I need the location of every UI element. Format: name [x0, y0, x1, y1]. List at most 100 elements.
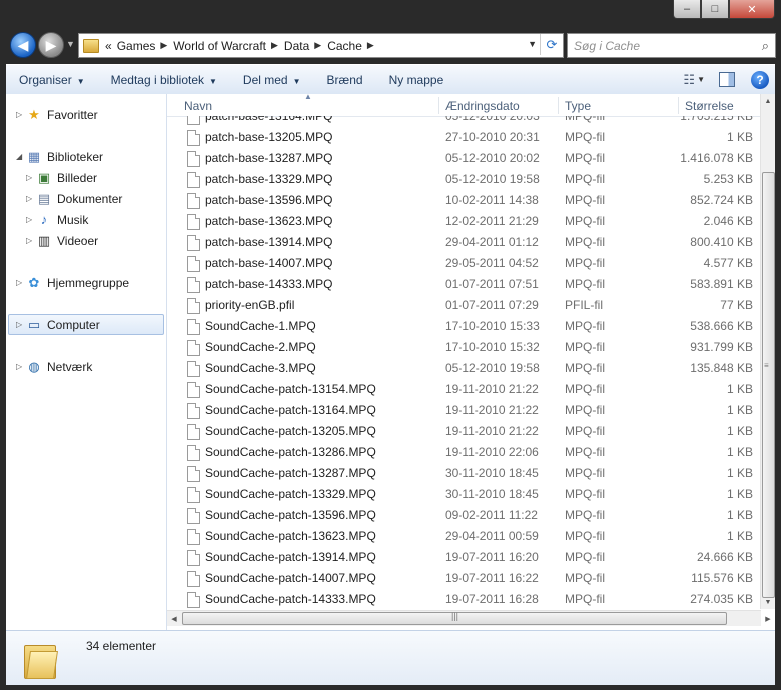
search-box[interactable]: Søg i Cache ⌕	[567, 33, 776, 58]
expand-icon[interactable]: ▷	[16, 110, 26, 119]
file-type: MPQ-fil	[565, 424, 605, 438]
view-controls: ☷ ▼ ?	[683, 65, 775, 94]
tree-item-documents[interactable]: ▷ ▤ Dokumenter	[26, 189, 122, 208]
expand-icon[interactable]: ▷	[16, 362, 26, 371]
new-folder-button[interactable]: Ny mappe	[376, 73, 457, 87]
breadcrumb-games[interactable]: Games	[117, 39, 156, 53]
scroll-left-icon[interactable]: ◀	[167, 611, 181, 626]
forward-button[interactable]: ▶	[38, 32, 64, 58]
address-bar[interactable]: « Games ▶ World of Warcraft ▶ Data ▶ Cac…	[78, 33, 564, 58]
breadcrumb-overflow[interactable]: «	[105, 39, 112, 53]
breadcrumb-data[interactable]: Data	[284, 39, 309, 53]
breadcrumb-cache[interactable]: Cache	[327, 39, 362, 53]
include-label: Medtag i bibliotek	[110, 72, 204, 87]
column-name[interactable]: Navn	[184, 99, 212, 113]
tree-item-favorites[interactable]: ▷ ★ Favoritter	[16, 105, 98, 124]
back-button[interactable]: ◀	[10, 32, 36, 58]
views-icon[interactable]: ☷	[683, 72, 695, 88]
tree-item-computer[interactable]: ▷ ▭ Computer	[8, 314, 164, 335]
breadcrumb-separator-icon[interactable]: ▶	[160, 40, 167, 51]
table-row[interactable]: SoundCache-2.MPQ 17-10-2010 15:32 MPQ-fil 9…	[167, 337, 761, 358]
tree-item-network[interactable]: ▷ ◍ Netværk	[16, 357, 92, 376]
tree-item-pictures[interactable]: ▷ ▣ Billeder	[26, 168, 97, 187]
table-row[interactable]: patch-base-14333.MPQ 01-07-2011 07:51 MPQ-…	[167, 274, 761, 295]
close-button[interactable]: ✕	[729, 0, 775, 19]
navigation-pane[interactable]: ▷ ★ Favoritter ◢ ▦ Biblioteker ▷ ▣ Bille…	[6, 94, 167, 630]
table-row[interactable]: SoundCache-patch-13205.MPQ 19-11-2010 21:…	[167, 421, 761, 442]
breadcrumb-separator-icon[interactable]: ▶	[367, 40, 374, 51]
table-row[interactable]: patch-base-13205.MPQ 27-10-2010 20:31 MPQ-…	[167, 127, 761, 148]
collapse-icon[interactable]: ◢	[16, 152, 26, 161]
column-size[interactable]: Størrelse	[685, 99, 734, 113]
breadcrumb-world-of-warcraft[interactable]: World of Warcraft	[173, 39, 266, 53]
horizontal-scroll-thumb[interactable]: |||	[182, 611, 727, 625]
expand-icon[interactable]: ▷	[26, 194, 36, 203]
pictures-icon: ▣	[37, 169, 51, 185]
table-row[interactable]: SoundCache-patch-13914.MPQ 19-07-2011 16:…	[167, 547, 761, 568]
table-row[interactable]: patch-base-13287.MPQ 05-12-2010 20:02 MPQ-…	[167, 148, 761, 169]
expand-icon[interactable]: ▷	[26, 173, 36, 182]
file-icon	[187, 256, 200, 272]
preview-pane-icon[interactable]	[719, 72, 735, 87]
table-row[interactable]: SoundCache-patch-13164.MPQ 19-11-2010 21:…	[167, 400, 761, 421]
column-divider[interactable]	[558, 97, 559, 114]
tree-item-videos[interactable]: ▷ ▥ Videoer	[26, 231, 98, 250]
expand-icon[interactable]: ▷	[26, 236, 36, 245]
scroll-up-icon[interactable]: ▲	[761, 94, 775, 108]
table-row[interactable]: SoundCache-patch-13596.MPQ 09-02-2011 11:…	[167, 505, 761, 526]
table-row[interactable]: patch-base-13329.MPQ 05-12-2010 19:58 MPQ-…	[167, 169, 761, 190]
minimize-button[interactable]: –	[673, 0, 701, 19]
table-row[interactable]: patch-base-13623.MPQ 12-02-2011 21:29 MPQ-…	[167, 211, 761, 232]
search-icon[interactable]: ⌕	[762, 38, 769, 54]
maximize-button[interactable]: □	[701, 0, 729, 19]
table-row[interactable]: SoundCache-patch-13329.MPQ 30-11-2010 18:…	[167, 484, 761, 505]
recent-pages-dropdown-icon[interactable]: ▼	[66, 39, 75, 49]
horizontal-scrollbar[interactable]: ◀ ||| ▶	[167, 610, 771, 626]
file-name: SoundCache-patch-13154.MPQ	[205, 382, 376, 396]
column-date[interactable]: Ændringsdato	[445, 99, 520, 113]
table-row[interactable]: SoundCache-patch-13154.MPQ 19-11-2010 21:…	[167, 379, 761, 400]
breadcrumb-separator-icon[interactable]: ▶	[271, 40, 278, 51]
expand-icon[interactable]: ▷	[16, 320, 26, 329]
tree-item-libraries[interactable]: ◢ ▦ Biblioteker	[16, 147, 103, 166]
scroll-right-icon[interactable]: ▶	[761, 611, 775, 626]
breadcrumb-separator-icon[interactable]: ▶	[314, 40, 321, 51]
table-row[interactable]: SoundCache-patch-13287.MPQ 30-11-2010 18:…	[167, 463, 761, 484]
file-size: 852.724 KB	[690, 193, 753, 207]
expand-icon[interactable]: ▷	[26, 215, 36, 224]
share-with-button[interactable]: Del med ▼	[230, 73, 314, 87]
column-divider[interactable]	[678, 97, 679, 114]
table-row[interactable]: SoundCache-patch-13286.MPQ 19-11-2010 22:…	[167, 442, 761, 463]
vertical-scroll-thumb[interactable]	[762, 172, 775, 598]
table-row[interactable]: SoundCache-patch-14007.MPQ 19-07-2011 16:…	[167, 568, 761, 589]
vertical-scrollbar[interactable]: ▲ ≡ ▼	[760, 94, 775, 609]
scroll-down-icon[interactable]: ▼	[761, 595, 775, 609]
table-row[interactable]: patch-base-13596.MPQ 10-02-2011 14:38 MPQ-…	[167, 190, 761, 211]
table-row[interactable]: SoundCache-1.MPQ 17-10-2010 15:33 MPQ-fil 5…	[167, 316, 761, 337]
help-icon[interactable]: ?	[751, 70, 769, 89]
tree-item-music[interactable]: ▷ ♪ Musik	[26, 210, 88, 229]
column-type[interactable]: Type	[565, 99, 591, 113]
table-row[interactable]: SoundCache-3.MPQ 05-12-2010 19:58 MPQ-fil 1…	[167, 358, 761, 379]
table-row[interactable]: patch-base-13164.MPQ 05-12-2010 20:03 MPQ-…	[167, 116, 761, 127]
search-input[interactable]: Søg i Cache	[574, 39, 762, 53]
file-type: MPQ-fil	[565, 340, 605, 354]
column-divider[interactable]	[438, 97, 439, 114]
file-list[interactable]: ▲ Navn Ændringsdato Type Størrelse patch…	[167, 92, 775, 630]
expand-icon[interactable]: ▷	[16, 278, 26, 287]
address-history-dropdown-icon[interactable]: ▼	[528, 39, 537, 49]
refresh-icon[interactable]: ⟳	[540, 34, 563, 55]
table-row[interactable]: patch-base-14007.MPQ 29-05-2011 04:52 MPQ-…	[167, 253, 761, 274]
libraries-icon: ▦	[27, 148, 41, 164]
include-in-library-button[interactable]: Medtag i bibliotek ▼	[98, 73, 230, 87]
table-row[interactable]: SoundCache-patch-13623.MPQ 29-04-2011 00:…	[167, 526, 761, 547]
tree-item-homegroup[interactable]: ▷ ✿ Hjemmegruppe	[16, 273, 129, 292]
organize-button[interactable]: Organiser ▼	[6, 73, 98, 87]
views-dropdown-icon[interactable]: ▼	[697, 75, 705, 84]
table-row[interactable]: patch-base-13914.MPQ 29-04-2011 01:12 MPQ-…	[167, 232, 761, 253]
file-name: patch-base-13164.MPQ	[205, 116, 333, 123]
table-row[interactable]: priority-enGB.pfil 01-07-2011 07:29 PFIL-f…	[167, 295, 761, 316]
file-rows: patch-base-13164.MPQ 05-12-2010 20:03 MPQ-…	[167, 116, 761, 609]
table-row[interactable]: SoundCache-patch-14333.MPQ 19-07-2011 16:…	[167, 589, 761, 609]
burn-button[interactable]: Brænd	[314, 73, 376, 87]
